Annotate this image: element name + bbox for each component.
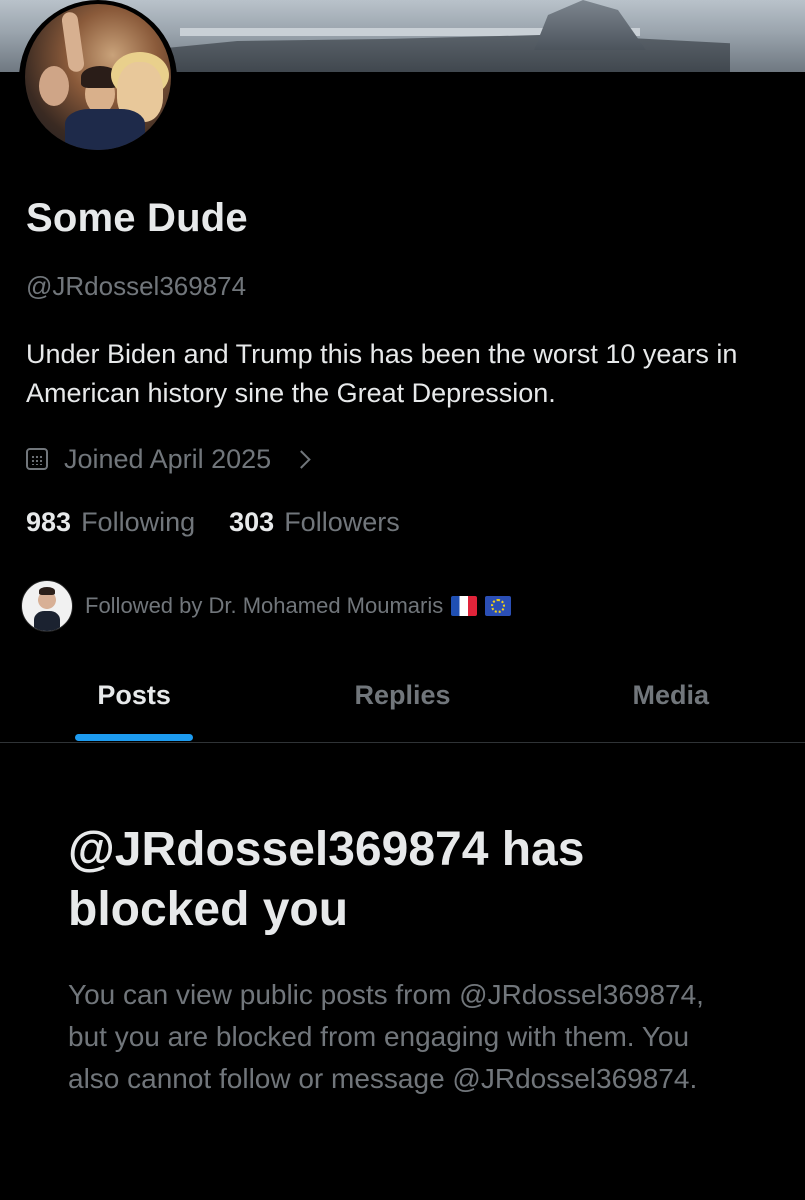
flag-eu-icon	[485, 596, 512, 616]
flag-france-icon	[451, 596, 478, 616]
profile-bio: Under Biden and Trump this has been the …	[26, 339, 738, 408]
joined-date-label: Joined April 2025	[64, 443, 272, 474]
follower-avatar	[21, 580, 73, 632]
joined-date-row[interactable]: Joined April 2025	[26, 442, 311, 476]
followed-by-text: Followed by Dr. Mohamed Moumaris	[85, 593, 444, 618]
profile-page: Some Dude @JRdossel369874 Under Biden an…	[0, 0, 805, 1200]
following-count[interactable]: 983	[26, 507, 71, 538]
banner-ship-tower	[534, 0, 646, 50]
profile-stats: 983 Following 303 Followers	[26, 507, 400, 538]
tab-replies[interactable]: Replies	[268, 660, 536, 742]
profile-name: Some Dude	[26, 196, 248, 240]
tab-media[interactable]: Media	[537, 660, 805, 742]
followers-label[interactable]: Followers	[284, 507, 400, 538]
avatar-photo	[25, 4, 171, 150]
profile-tabs: Posts Replies Media	[0, 660, 805, 743]
calendar-icon	[26, 448, 48, 470]
followed-by-row[interactable]: Followed by Dr. Mohamed Moumaris	[21, 580, 512, 632]
banner-ship-hull	[170, 34, 730, 72]
tab-posts[interactable]: Posts	[0, 660, 268, 742]
active-tab-indicator	[75, 734, 193, 741]
followers-count[interactable]: 303	[229, 507, 274, 538]
blocked-message: You can view public posts from @JRdossel…	[68, 979, 704, 1094]
profile-avatar[interactable]	[19, 0, 177, 158]
profile-handle: @JRdossel369874	[26, 271, 247, 301]
blocked-title: @JRdossel369874 has blocked you	[68, 823, 585, 936]
following-label[interactable]: Following	[81, 507, 195, 538]
chevron-right-icon	[292, 449, 311, 469]
